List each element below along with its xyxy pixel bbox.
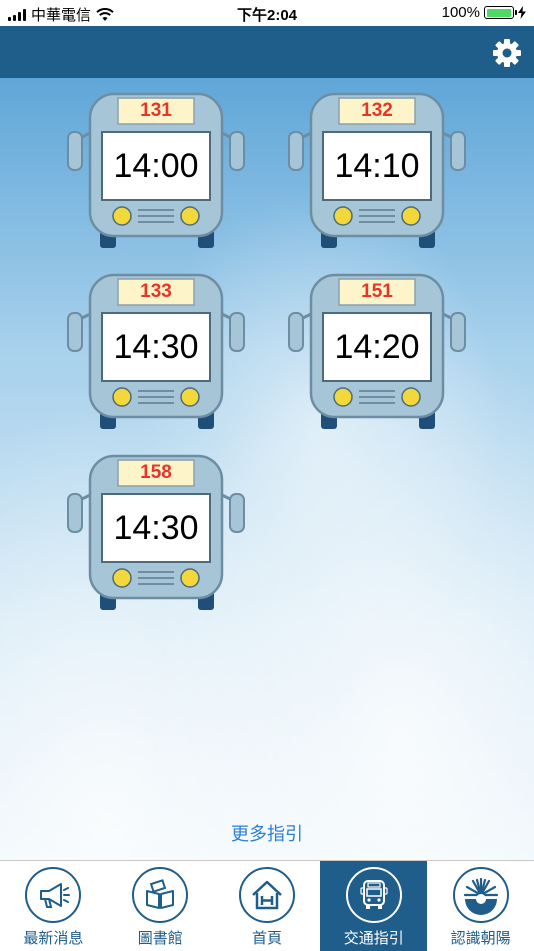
tab-label: 首頁 <box>251 930 282 947</box>
bus-card[interactable]: 133 14:30 <box>66 273 246 431</box>
battery-percent: 100% <box>441 4 480 21</box>
tab-icon-circle <box>132 867 189 923</box>
bus-card[interactable]: 132 14:10 <box>287 92 467 250</box>
tab-label: 圖書館 <box>137 930 183 947</box>
bus-card[interactable]: 151 14:20 <box>287 273 467 431</box>
books-icon <box>146 879 175 909</box>
tab-label: 交通指引 <box>343 930 404 947</box>
tab-label: 認識朝陽 <box>450 930 511 947</box>
status-bar: 中華電信 下午2:04 100% <box>0 0 534 26</box>
bus-card[interactable]: 131 14:00 <box>66 92 246 250</box>
tab-icon-circle <box>345 867 402 923</box>
bus-departure-time: 14:10 <box>334 147 420 185</box>
tab-icon-circle <box>452 867 509 923</box>
status-right: 100% <box>442 4 526 21</box>
bus-route-number: 132 <box>361 100 393 121</box>
bus-icon <box>360 880 388 909</box>
tab-home[interactable]: 首頁 <box>214 861 321 951</box>
home-icon <box>252 880 282 910</box>
settings-gear-icon[interactable] <box>492 38 522 68</box>
tab-icon-circle <box>238 867 295 923</box>
bus-route-number: 151 <box>361 281 393 302</box>
battery-icon <box>484 6 517 19</box>
more-guide-link[interactable]: 更多指引 <box>0 820 534 846</box>
bus-card[interactable]: 158 14:30 <box>66 454 246 612</box>
bus-route-number: 131 <box>140 100 172 121</box>
bus-departure-time: 14:30 <box>113 509 199 547</box>
bus-route-number: 158 <box>140 462 172 483</box>
bus-departure-time: 14:30 <box>113 328 199 366</box>
tab-news[interactable]: 最新消息 <box>0 861 107 951</box>
megaphone-icon <box>40 883 71 908</box>
charging-icon <box>518 6 526 19</box>
bottom-tab-bar: 最新消息 圖書館 首頁 交通指引 認識朝陽 <box>0 860 534 951</box>
bus-departure-time: 14:20 <box>334 328 420 366</box>
tab-transport[interactable]: 交通指引 <box>320 861 428 951</box>
tab-label: 最新消息 <box>23 930 84 947</box>
app-header <box>0 26 534 78</box>
tab-icon-circle <box>25 867 82 923</box>
sun-gear-icon <box>463 877 498 915</box>
tab-library[interactable]: 圖書館 <box>107 861 214 951</box>
tab-about[interactable]: 認識朝陽 <box>427 861 534 951</box>
bus-route-number: 133 <box>140 281 172 302</box>
bus-departure-time: 14:00 <box>113 147 199 185</box>
